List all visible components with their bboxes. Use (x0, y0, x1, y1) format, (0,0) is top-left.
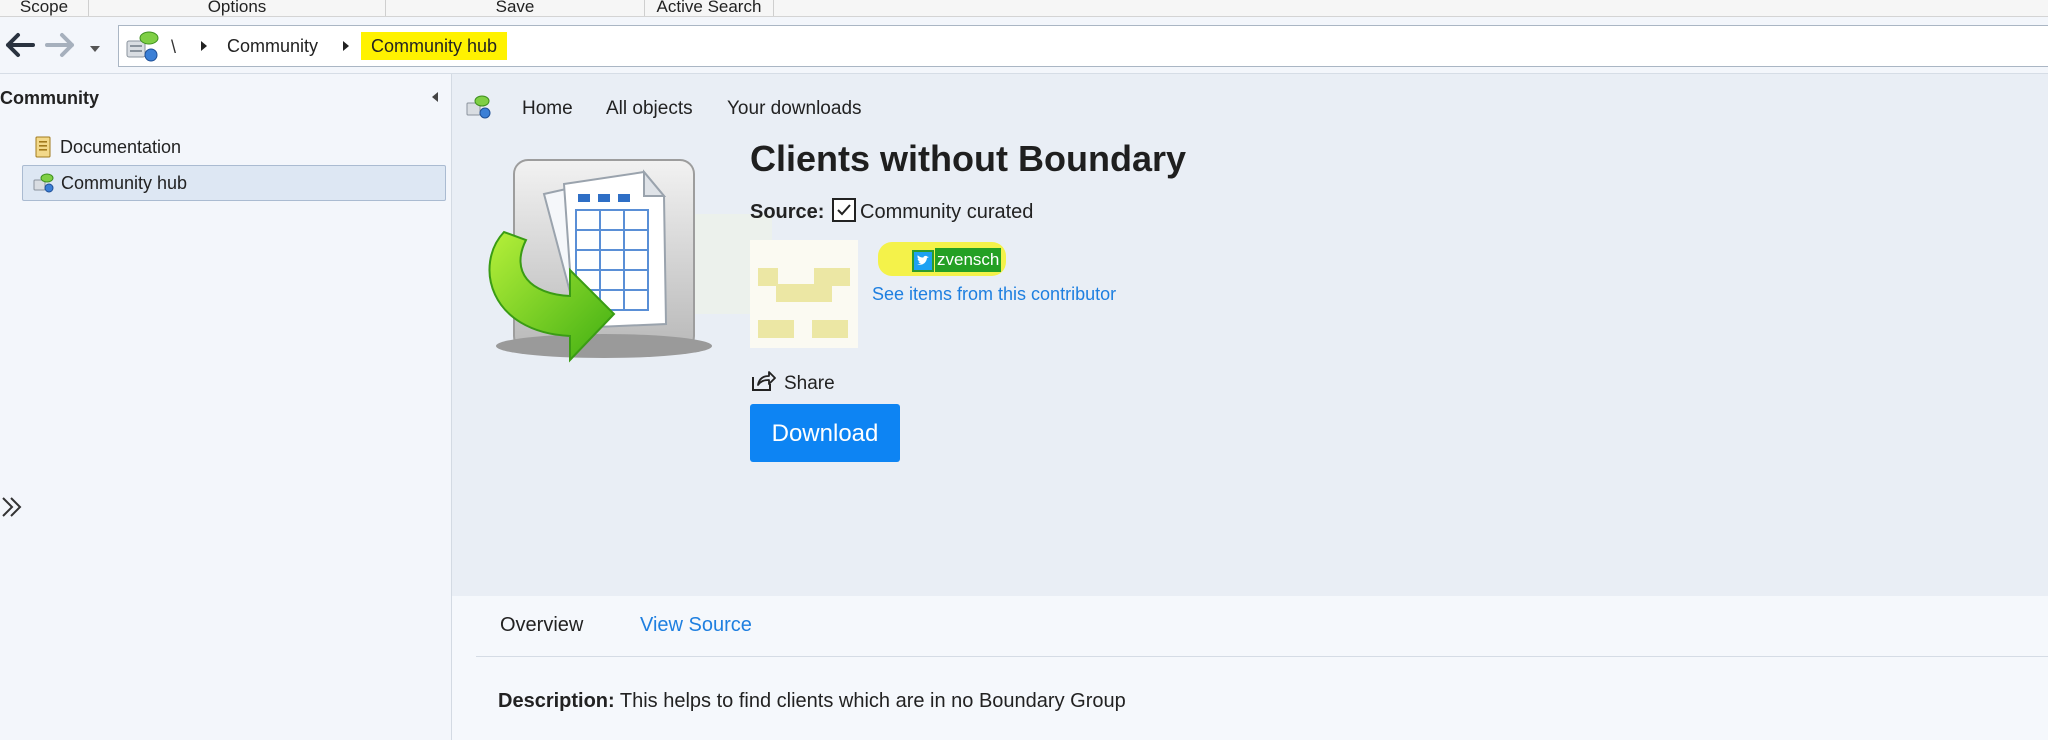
nav-all-objects-link[interactable]: All objects (606, 98, 693, 120)
community-hub-content: Home All objects Your downloads Clients … (452, 74, 2048, 740)
checkmark-icon (837, 204, 851, 216)
community-hub-icon (33, 173, 54, 193)
breadcrumb-root-separator: \ (171, 37, 177, 57)
navigation-pane: Community Documentation Community hub (0, 74, 452, 740)
details-panel: Overview View Source Description: This h… (452, 596, 2048, 740)
report-download-icon (488, 159, 772, 363)
tree-item-community-hub[interactable]: Community hub (22, 165, 446, 201)
community-hub-icon (466, 95, 491, 119)
tree-item-documentation[interactable]: Documentation (22, 130, 444, 164)
share-button[interactable]: Share (750, 370, 835, 395)
tree-item-label: Documentation (60, 137, 182, 157)
ribbon-group-options: Options (89, 0, 386, 16)
navigation-pane-title: Community (0, 88, 99, 108)
community-curated-checkbox[interactable] (832, 198, 857, 222)
tab-overview[interactable]: Overview (500, 614, 583, 637)
breadcrumb-community-hub[interactable]: Community hub (361, 32, 508, 60)
avatar-block (776, 284, 832, 302)
breadcrumb-arrow-icon (201, 41, 207, 51)
chevron-down-icon (90, 46, 100, 52)
contributor-handle[interactable]: zvensch (935, 248, 1002, 272)
download-button[interactable]: Download (750, 404, 900, 462)
ribbon-group-bar: Scope Options Save Active Search (0, 0, 2048, 17)
back-button[interactable] (4, 31, 36, 59)
nav-home-link[interactable]: Home (522, 98, 573, 120)
avatar-block (758, 320, 794, 338)
share-icon (752, 371, 776, 391)
avatar (750, 240, 858, 348)
collapse-pane-icon[interactable] (432, 92, 438, 102)
source-value: Community curated (860, 201, 1034, 223)
nav-your-downloads-link[interactable]: Your downloads (727, 98, 862, 120)
tab-divider (476, 656, 2048, 657)
twitter-icon[interactable] (912, 250, 934, 272)
breadcrumb-community[interactable]: Community (227, 35, 318, 57)
address-bar: \ Community Community hub (0, 17, 2048, 74)
history-dropdown-button[interactable] (88, 41, 102, 52)
description-label: Description: (498, 690, 615, 712)
tree-item-label: Community hub (61, 173, 188, 193)
back-arrow-icon (6, 33, 35, 57)
breadcrumb-arrow-icon (343, 41, 349, 51)
forward-button[interactable] (44, 31, 76, 59)
description-text: This helps to find clients which are in … (619, 690, 1126, 712)
page-title: Clients without Boundary (750, 138, 1186, 179)
ribbon-group-save: Save (386, 0, 645, 16)
expand-pane-icon[interactable] (0, 494, 26, 520)
avatar-block (812, 320, 848, 338)
ribbon-group-active-search: Active Search (645, 0, 774, 16)
share-label: Share (784, 373, 835, 394)
ribbon-group-scope: Scope (0, 0, 89, 16)
contributor-items-link[interactable]: See items from this contributor (872, 284, 1116, 305)
community-hub-icon (126, 31, 159, 62)
breadcrumb[interactable]: \ Community Community hub (118, 25, 2048, 67)
forward-arrow-icon (45, 33, 74, 57)
source-row: Source: Community curated (750, 198, 1033, 224)
description: Description: This helps to find clients … (498, 690, 1126, 713)
tab-view-source[interactable]: View Source (640, 614, 752, 637)
avatar-block (830, 268, 850, 286)
source-label: Source: (750, 201, 825, 223)
document-icon (35, 136, 51, 158)
avatar-block (758, 268, 778, 286)
